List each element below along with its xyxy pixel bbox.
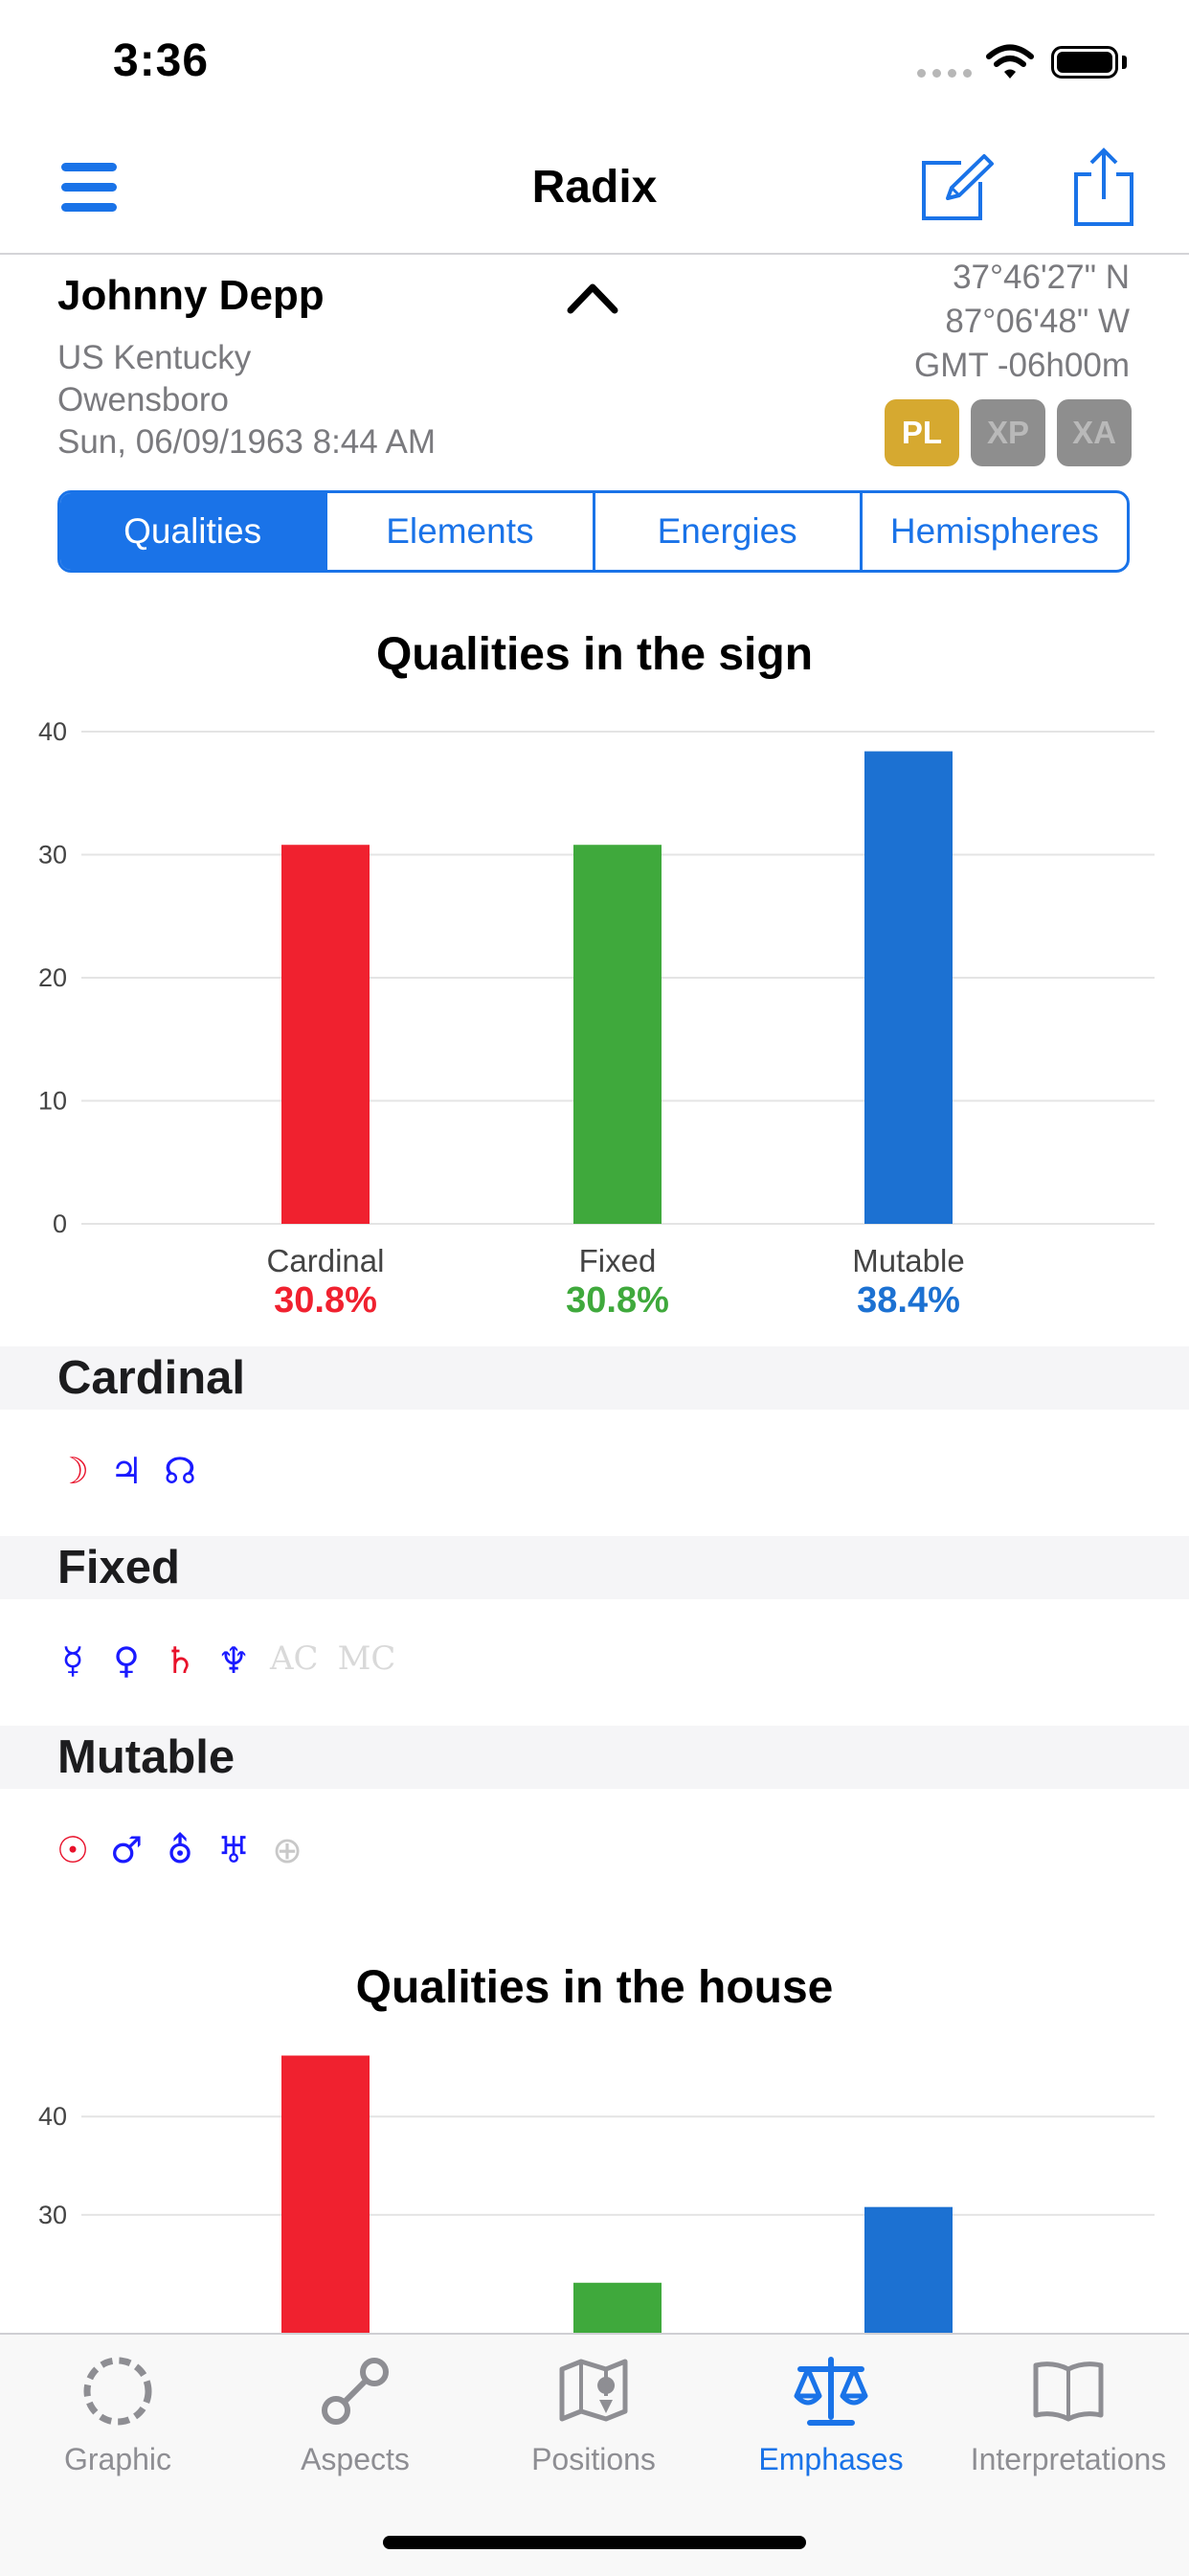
section-title: Fixed: [57, 1542, 180, 1593]
profile-timezone: GMT -06h00m: [914, 347, 1130, 384]
mercury-icon: ☿: [61, 1639, 84, 1682]
tab-graphic[interactable]: Graphic: [3, 2352, 233, 2477]
tab-energies[interactable]: Energies: [592, 493, 860, 570]
tab-aspects[interactable]: Aspects: [240, 2352, 470, 2477]
wifi-icon: [986, 44, 1034, 79]
aspects-icon: [240, 2352, 470, 2430]
neptune-icon: ♆: [216, 1639, 251, 1682]
bar-cardinal: [281, 845, 370, 1224]
ascendant-icon: AC: [270, 1639, 319, 1678]
cellular-signal-icon: [917, 69, 972, 78]
category-label: Mutable: [852, 1243, 964, 1278]
profile-datetime: Sun, 06/09/1963 8:44 AM: [57, 423, 437, 461]
tab-label: Aspects: [301, 2442, 410, 2476]
navbar-divider: [0, 253, 1189, 255]
category-label: Cardinal: [267, 1243, 385, 1278]
bar-fixed: [573, 845, 662, 1224]
section-title: Mutable: [57, 1731, 236, 1783]
map-icon: [479, 2352, 708, 2430]
y-tick-label: 40: [38, 2102, 67, 2131]
pluto-icon: ♅: [216, 1829, 251, 1871]
north-node-icon: ☊: [164, 1450, 196, 1492]
bar-cardinal: [281, 2055, 370, 2333]
midheaven-icon: MC: [337, 1639, 396, 1678]
chart-title-house: Qualities in the house: [355, 1962, 834, 2013]
planet-glyph-row: ☿ ♀ ♄ ♆ AC MC: [56, 1639, 395, 1682]
tab-label: Interpretations: [970, 2442, 1167, 2476]
moon-icon: ☽: [56, 1450, 90, 1492]
bar-mutable: [864, 2206, 953, 2333]
profile-name: Johnny Depp: [57, 272, 325, 319]
saturn-icon: ♄: [163, 1639, 197, 1682]
chart-option-chip-xa[interactable]: XA: [1057, 399, 1132, 466]
scales-icon: [716, 2352, 946, 2430]
battery-icon: [1051, 46, 1118, 79]
planet-glyph-row: ☉ ♂ ⛢ ♅ ⊕: [56, 1829, 304, 1871]
status-time: 3:36: [113, 35, 210, 86]
y-tick-label: 30: [38, 2201, 67, 2229]
mars-icon: ♂: [109, 1829, 144, 1871]
percentage-label: 38.4%: [857, 1280, 960, 1321]
share-icon[interactable]: [1070, 146, 1137, 228]
book-icon: [953, 2352, 1183, 2430]
profile-region: US Kentucky: [57, 339, 252, 376]
home-indicator: [383, 2536, 806, 2549]
y-tick-label: 30: [38, 841, 67, 870]
planet-glyph-row: ☽ ♃ ☊: [56, 1450, 197, 1492]
chart-option-chip-pl[interactable]: PL: [885, 399, 959, 466]
y-tick-label: 20: [38, 963, 67, 992]
part-of-fortune-icon: ⊕: [272, 1829, 303, 1871]
category-label: Fixed: [579, 1243, 657, 1278]
jupiter-icon: ♃: [109, 1450, 144, 1492]
tab-positions[interactable]: Positions: [479, 2352, 708, 2477]
tab-label: Emphases: [758, 2442, 904, 2476]
uranus-icon: ⛢: [167, 1829, 193, 1871]
chart-wheel-icon: [3, 2352, 233, 2430]
battery-tip: [1122, 56, 1127, 69]
section-title: Cardinal: [57, 1352, 246, 1404]
qualities-house-chart: 304050: [38, 2055, 1155, 2333]
qualities-sign-chart: 010203040Cardinal30.8%Fixed30.8%Mutable3…: [38, 717, 1155, 1321]
bar-mutable: [864, 751, 953, 1224]
chart-option-chip-xp[interactable]: XP: [971, 399, 1045, 466]
percentage-label: 30.8%: [566, 1280, 669, 1321]
y-tick-label: 0: [53, 1209, 67, 1238]
chevron-up-icon[interactable]: [565, 280, 620, 316]
tab-emphases[interactable]: Emphases: [716, 2352, 946, 2477]
y-tick-label: 40: [38, 717, 67, 746]
qualities-segmented-control: Qualities Elements Energies Hemispheres: [57, 490, 1130, 573]
tab-elements[interactable]: Elements: [325, 493, 592, 570]
y-tick-label: 10: [38, 1087, 67, 1116]
chart-title-sign: Qualities in the sign: [375, 629, 814, 680]
edit-icon[interactable]: [919, 153, 996, 222]
bar-fixed: [573, 2282, 662, 2333]
profile-latitude: 37°46'27" N: [953, 259, 1130, 296]
tab-interpretations[interactable]: Interpretations: [953, 2352, 1183, 2477]
venus-icon: ♀: [113, 1639, 140, 1682]
sun-icon: ☉: [56, 1829, 90, 1871]
page-title: Radix: [531, 162, 658, 213]
tab-label: Positions: [531, 2442, 656, 2476]
profile-longitude: 87°06'48" W: [945, 303, 1130, 340]
percentage-label: 30.8%: [274, 1280, 377, 1321]
tab-qualities[interactable]: Qualities: [60, 493, 325, 570]
profile-city: Owensboro: [57, 381, 229, 418]
tab-hemispheres[interactable]: Hemispheres: [859, 493, 1127, 570]
tab-label: Graphic: [63, 2442, 172, 2476]
